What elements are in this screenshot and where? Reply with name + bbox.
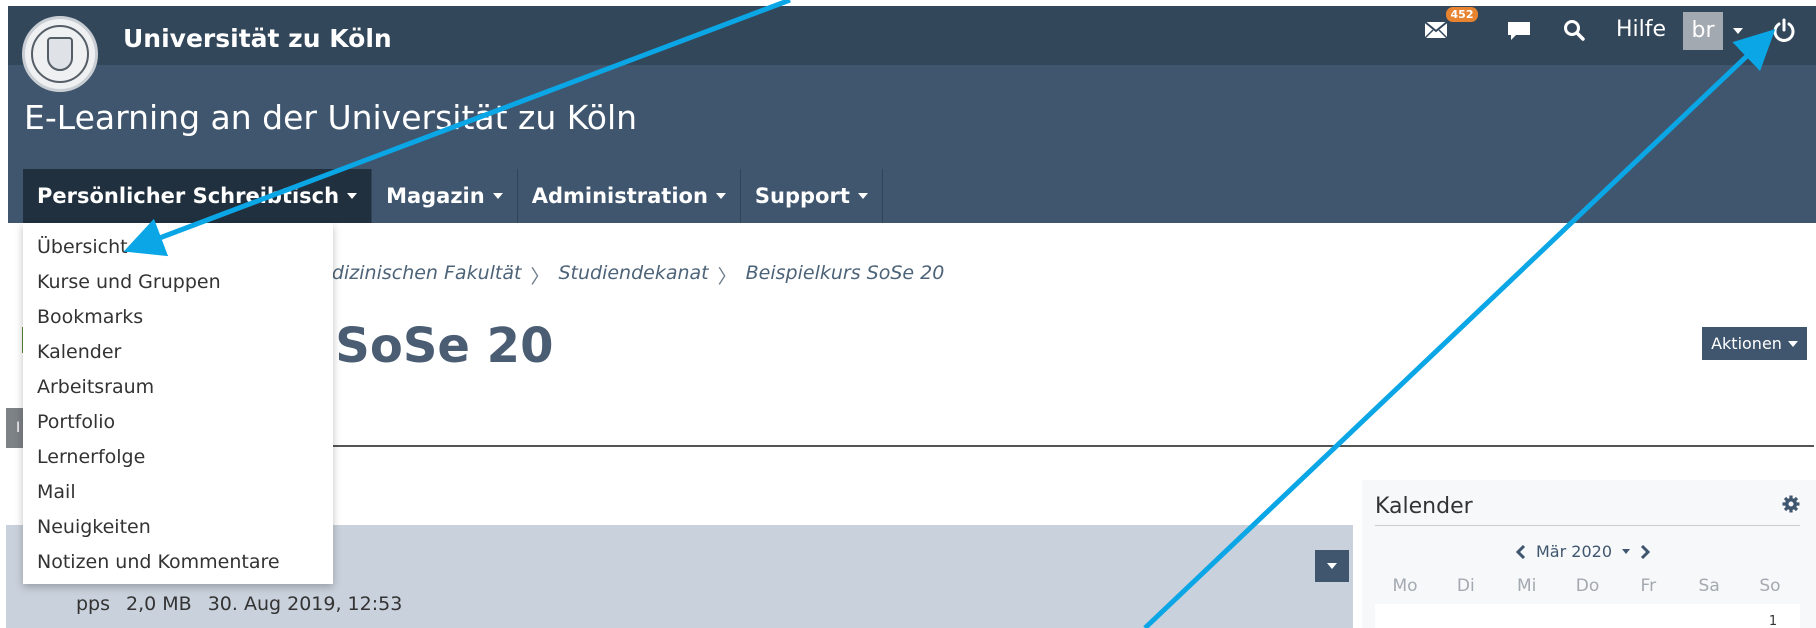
file-date: 30. Aug 2019, 12:53 [207, 593, 403, 615]
nav-item-label: Administration [531, 184, 708, 208]
breadcrumb-item[interactable]: Beispielkurs SoSe 20 [746, 262, 945, 289]
help-link[interactable]: Hilfe [1616, 17, 1666, 42]
chevron-down-icon [857, 193, 868, 199]
weekday-label: Do [1575, 576, 1600, 596]
actions-label: Aktionen [1711, 334, 1782, 353]
calendar-month[interactable]: Mär 2020 [1536, 542, 1612, 561]
user-avatar[interactable]: br [1683, 12, 1723, 50]
nav-item-administration[interactable]: Administration [517, 169, 741, 223]
calendar-grid [1375, 604, 1800, 628]
chevron-down-icon [1327, 563, 1337, 569]
menu-item-portfolio[interactable]: Portfolio [23, 405, 333, 440]
breadcrumb-item[interactable]: Studiendekanat [558, 262, 708, 289]
weekday-label: Sa [1698, 576, 1720, 596]
site-title[interactable]: E-Learning an der Universität zu Köln [24, 98, 637, 137]
weekday-label: Mo [1392, 576, 1418, 596]
menu-item-notes-comments[interactable]: Notizen und Kommentare [23, 545, 333, 580]
divider [290, 445, 1814, 447]
calendar-month-nav: Mär 2020 [1516, 542, 1650, 561]
chevron-right-icon[interactable] [1640, 544, 1650, 559]
weekday-label: Fr [1640, 576, 1657, 596]
main-nav: Persönlicher Schreibtisch Magazin Admini… [23, 169, 883, 223]
menu-item-bookmarks[interactable]: Bookmarks [23, 300, 333, 335]
menu-item-calendar[interactable]: Kalender [23, 335, 333, 370]
chevron-down-icon [347, 193, 358, 199]
logo-crest [47, 37, 73, 71]
chevron-down-icon[interactable] [1733, 28, 1743, 34]
menu-item-workspace[interactable]: Arbeitsraum [23, 370, 333, 405]
nav-item-label: Support [754, 184, 850, 208]
file-size: 2,0 MB [126, 593, 192, 615]
calendar-title: Kalender [1375, 494, 1473, 519]
chevron-down-icon [715, 193, 726, 199]
mail-icon[interactable] [1424, 20, 1448, 40]
menu-item-learning-progress[interactable]: Lernerfolge [23, 440, 333, 475]
chat-icon[interactable] [1507, 21, 1531, 41]
power-icon[interactable] [1771, 18, 1797, 44]
weekday-label: So [1759, 576, 1781, 596]
mail-count-badge: 452 [1446, 7, 1478, 22]
calendar-day[interactable]: 1 [1763, 614, 1783, 628]
weekday-label: Di [1456, 576, 1475, 596]
nav-item-label: Magazin [386, 184, 485, 208]
chevron-down-icon[interactable] [1622, 549, 1630, 554]
chevron-left-icon[interactable] [1516, 544, 1526, 559]
chevron-down-icon [1787, 340, 1798, 347]
item-actions-dropdown[interactable] [1315, 550, 1349, 582]
personal-desk-dropdown: Übersicht Kurse und Gruppen Bookmarks Ka… [23, 223, 333, 584]
menu-item-courses-groups[interactable]: Kurse und Gruppen [23, 265, 333, 300]
nav-item-magazin[interactable]: Magazin [372, 169, 518, 223]
menu-item-mail[interactable]: Mail [23, 475, 333, 510]
page: Universität zu Köln E-Learning an der Un… [0, 0, 1816, 628]
breadcrumb: r Medizinischen Fakultät 〉 Studiendekana… [290, 262, 944, 289]
menu-item-overview[interactable]: Übersicht [23, 230, 333, 265]
search-icon[interactable] [1563, 19, 1585, 41]
university-logo[interactable] [22, 16, 98, 92]
actions-button[interactable]: Aktionen [1702, 327, 1807, 360]
menu-item-news[interactable]: Neuigkeiten [23, 510, 333, 545]
gear-icon[interactable] [1782, 495, 1800, 513]
nav-item-support[interactable]: Support [740, 169, 883, 223]
file-meta: pps 2,0 MB 30. Aug 2019, 12:53 [76, 593, 402, 615]
nav-item-label: Persönlicher Schreibtisch [37, 184, 340, 208]
nav-item-personal-desk[interactable]: Persönlicher Schreibtisch [23, 169, 373, 223]
calendar-divider [1375, 525, 1800, 526]
chevron-down-icon [492, 193, 503, 199]
calendar-weekdays: Mo Di Mi Do Fr Sa So [1375, 576, 1800, 596]
file-type: pps [76, 593, 111, 615]
breadcrumb-separator-icon: 〉 [530, 266, 550, 288]
university-name[interactable]: Universität zu Köln [123, 24, 392, 53]
breadcrumb-separator-icon: 〉 [717, 266, 737, 288]
weekday-label: Mi [1516, 576, 1537, 596]
